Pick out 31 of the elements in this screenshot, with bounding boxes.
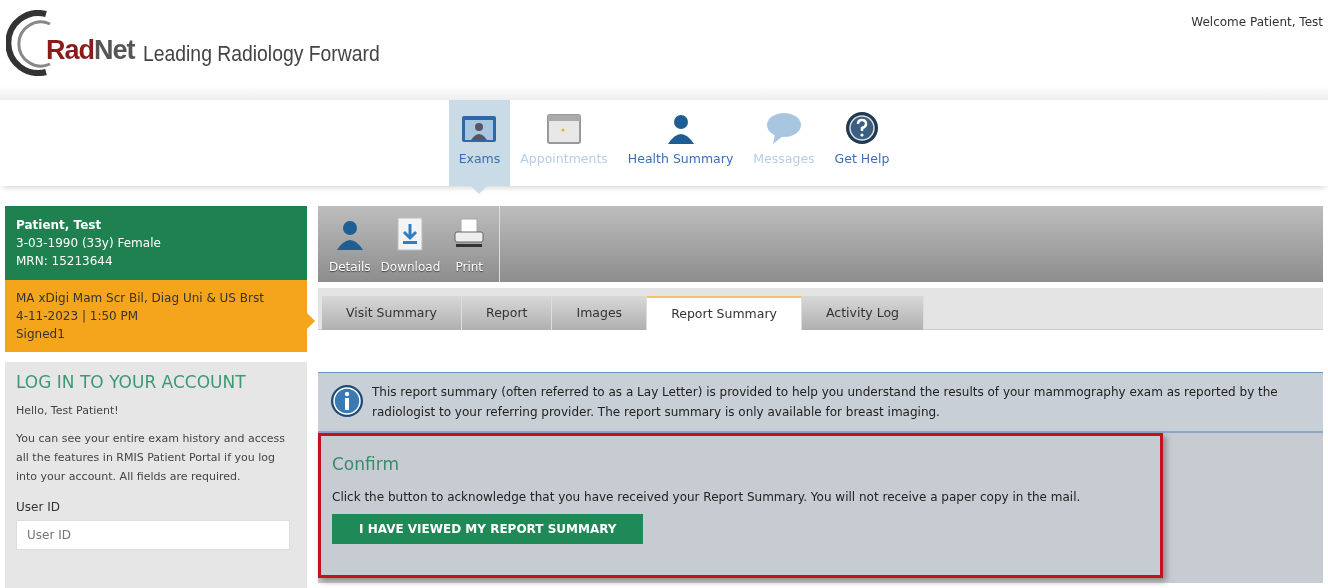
tab[interactable]: Visit Summary	[322, 296, 462, 330]
nav-tab[interactable]: Health Summary	[617, 100, 744, 186]
patient-mrn: MRN: 15213644	[16, 253, 114, 270]
login-text: You can see your entire exam history and access all the features in RMIS Patient Portal if you log into your account. All fields are required.	[16, 431, 286, 486]
toolbar-button[interactable]: Details	[324, 206, 376, 282]
toolbar-button[interactable]: Print	[445, 206, 494, 282]
tab[interactable]: Images	[552, 296, 648, 330]
info-text: This report summary (often referred to as a Lay Letter) is provided to help you understand the results of your mammography exam as reported by the radiologist to your referring provider. The report summary is only available for breast imaging.	[372, 384, 1279, 421]
info-icon	[330, 384, 364, 418]
welcome-text: Welcome Patient, Test	[1191, 14, 1323, 31]
help-icon	[843, 110, 881, 146]
login-title: LOG IN TO YOUR ACCOUNT	[16, 372, 247, 393]
exam-status: Signed1	[16, 326, 66, 343]
exam-datetime: 4-11-2023 | 1:50 PM	[16, 308, 140, 325]
viewed-report-button[interactable]: I HAVE VIEWED MY REPORT SUMMARY	[332, 514, 644, 545]
confirm-text: Click the button to acknowledge that you have received your Report Summary. You will not receive a paper copy in the mail.	[332, 489, 1082, 507]
patient-name: Patient, Test	[16, 217, 103, 234]
chat-bubble-icon	[764, 110, 803, 146]
login-greeting: Hello, Test Patient!	[16, 403, 120, 420]
tab[interactable]: Report	[462, 296, 553, 330]
patient-birth: 3-03-1990 (33y) Female	[16, 235, 162, 252]
tab[interactable]: Activity Log	[801, 296, 924, 330]
tab[interactable]: Report Summary	[647, 296, 802, 330]
toolbar-button[interactable]: Download	[375, 206, 446, 282]
user-id-field[interactable]: User ID	[16, 520, 290, 551]
logo-tagline: Leading Radiology Forward	[142, 39, 380, 68]
user-id-label: User ID	[16, 499, 61, 517]
exam-title: MA xDigi Mam Scr Bil, Diag Uni & US Brst	[16, 290, 265, 307]
logo-brand: RadNet	[46, 33, 135, 67]
confirm-title: Confirm	[332, 454, 400, 475]
nav-tab[interactable]: Get Help	[824, 100, 900, 186]
